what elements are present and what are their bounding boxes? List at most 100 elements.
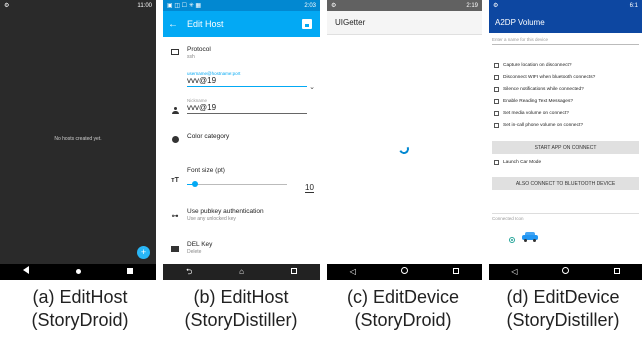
back-icon: ◁ [511, 267, 518, 276]
checkbox-silence-notifications[interactable]: Silence notifications while connected? [494, 87, 584, 92]
recents-icon [290, 268, 297, 274]
slider-thumb[interactable] [192, 181, 198, 187]
app-bar: ← Edit Host [163, 11, 320, 37]
caption-line: (a) EditHost [32, 287, 128, 307]
checkbox-incall-volume[interactable]: Set in-call phone volume on connect? [494, 123, 583, 128]
home-icon [75, 269, 81, 274]
back-icon [23, 266, 29, 274]
checkbox-label: Set in-call phone volume on connect? [503, 123, 583, 128]
status-time: 2:03 [304, 2, 316, 9]
checkbox-icon [494, 87, 499, 92]
connected-icon-label: Connected Icon [492, 213, 639, 221]
del-key-row[interactable]: DEL Key Delete [163, 241, 320, 255]
keyboard-icon [171, 246, 179, 252]
car-icon[interactable] [522, 232, 538, 242]
loading-spinner-icon [397, 142, 411, 156]
host-row: username@hostname:port vvv@19 [163, 71, 320, 87]
save-icon[interactable] [302, 19, 312, 29]
home-nav-button[interactable] [68, 264, 88, 280]
person-icon [171, 107, 179, 114]
caption-d: (d) EditDevice (StoryDistiller) [484, 286, 642, 332]
caption-line: (StoryDistiller) [506, 310, 620, 330]
checkbox-car-mode[interactable]: Launch Car Mode [494, 160, 541, 165]
add-host-button[interactable]: + [137, 246, 150, 259]
font-size-row: тT Font size (pt) [163, 167, 320, 190]
checkbox-icon [494, 123, 499, 128]
pubkey-sub: Use any unlocked key [187, 216, 236, 222]
checkbox-media-volume[interactable]: Set media volume on connect? [494, 111, 569, 116]
caption-line: (b) EditHost [193, 287, 289, 307]
nav-bar: ◁ [327, 264, 482, 280]
back-icon: ◁ [349, 267, 356, 276]
caption-line: (d) EditDevice [506, 287, 620, 307]
recents-nav-button[interactable] [446, 264, 466, 280]
back-arrow-icon[interactable]: ← [163, 19, 183, 30]
back-nav-button[interactable]: ◁ [505, 264, 525, 280]
checkbox-label: Disconnect WIFI when bluetooth connects? [503, 75, 596, 80]
recents-nav-button[interactable] [284, 264, 304, 280]
caption-a: (a) EditHost (StoryDroid) [0, 286, 160, 332]
status-time: 11:00 [137, 2, 152, 9]
app-bar: A2DP Volume [489, 11, 642, 33]
font-size-icon: тT [171, 177, 179, 184]
page-title: A2DP Volume [495, 17, 545, 27]
del-key-label: DEL Key [187, 241, 213, 248]
font-size-value[interactable]: 10 [305, 183, 314, 193]
screenshot-edithost-storydroid: ⚙ 11:00 No hosts created yet. + [0, 0, 156, 280]
del-key-sub: Delete [187, 249, 202, 255]
home-nav-button[interactable]: ⌂ [231, 264, 251, 280]
font-size-slider[interactable] [187, 180, 287, 190]
checkbox-icon [494, 63, 499, 68]
caption-c: (c) EditDevice (StoryDroid) [322, 286, 484, 332]
checkbox-label: Launch Car Mode [503, 160, 542, 165]
settings-icon: ⚙ [493, 3, 499, 9]
checkbox-icon [494, 111, 499, 116]
radio-button[interactable] [509, 237, 515, 243]
status-bar: ⚙ 11:00 [0, 0, 156, 11]
color-category-row[interactable]: Color category [163, 133, 320, 143]
slider-track [187, 184, 287, 185]
recents-icon [453, 268, 460, 274]
empty-state-message: No hosts created yet. [54, 136, 102, 142]
protocol-row[interactable]: Protocol ssh [163, 46, 320, 60]
start-app-button[interactable]: START APP ON CONNECT [492, 141, 639, 154]
nickname-field[interactable]: vvv@19 [187, 103, 307, 114]
checkbox-reading-text[interactable]: Enable Reading Text Messages? [494, 99, 573, 104]
checkbox-icon [494, 75, 499, 80]
caption-b: (b) EditHost (StoryDistiller) [160, 286, 322, 332]
checkbox-disconnect-wifi[interactable]: Disconnect WIFI when bluetooth connects? [494, 75, 595, 80]
nickname-row: Nickname vvv@19 [163, 98, 320, 114]
caption-line: (StoryDroid) [354, 310, 452, 330]
device-name-input[interactable]: Enter a name for this device [492, 37, 639, 45]
host-field[interactable]: vvv@19 [187, 76, 307, 87]
checkbox-label: Silence notifications while connected? [503, 87, 584, 92]
back-nav-button[interactable]: ⮌ [179, 264, 199, 280]
checkbox-icon [494, 160, 499, 165]
back-nav-button[interactable] [16, 264, 36, 280]
app-bar: UIGetter [327, 11, 482, 35]
status-bar: ▣ ◫ ☐ ✳ ▦ 2:03 [163, 0, 320, 11]
notification-icons: ▣ ◫ ☐ ✳ ▦ [167, 3, 202, 9]
chevron-down-icon[interactable]: ⌄ [309, 83, 315, 91]
checkbox-label: Enable Reading Text Messages? [503, 99, 574, 104]
home-nav-button[interactable] [556, 264, 576, 280]
recents-icon [127, 268, 133, 274]
back-icon: ⮌ [185, 267, 193, 276]
caption-line: (StoryDroid) [31, 310, 129, 330]
recents-nav-button[interactable] [120, 264, 140, 280]
settings-icon: ⚙ [331, 3, 337, 9]
bluetooth-connect-button[interactable]: ALSO CONNECT TO BLUETOOTH DEVICE [492, 177, 639, 190]
checkbox-label: Capture location on disconnect? [503, 63, 572, 68]
screenshot-editdevice-storydroid: ⚙ 2:19 UIGetter ◁ [327, 0, 482, 280]
home-icon: ⌂ [239, 267, 244, 276]
checkbox-capture-location[interactable]: Capture location on disconnect? [494, 63, 572, 68]
home-nav-button[interactable] [394, 264, 414, 280]
page-title: Edit Host [187, 19, 224, 29]
key-icon: ⊶ [171, 213, 179, 220]
status-time: 2:19 [466, 2, 478, 9]
back-nav-button[interactable]: ◁ [343, 264, 363, 280]
home-icon [400, 267, 408, 274]
recents-nav-button[interactable] [607, 264, 627, 280]
nav-bar: ◁ [489, 264, 642, 280]
pubkey-row[interactable]: ⊶ Use pubkey authentication Use any unlo… [163, 208, 320, 222]
